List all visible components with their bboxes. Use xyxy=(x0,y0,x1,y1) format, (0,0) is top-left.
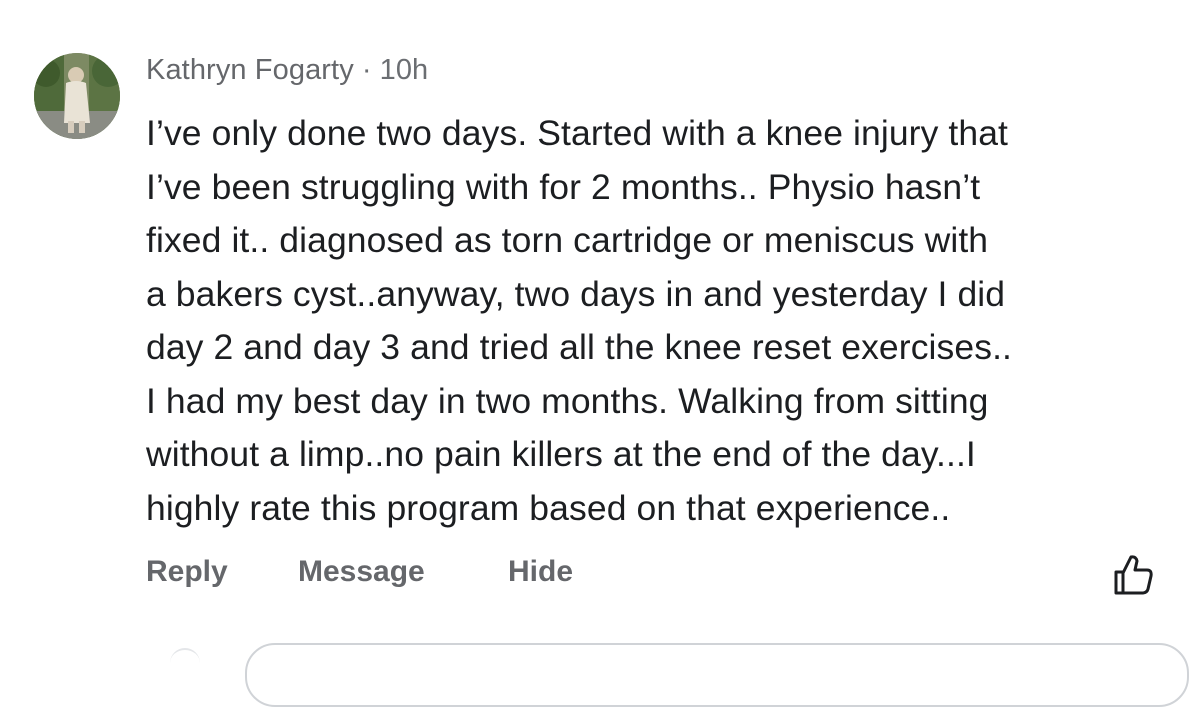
comment-body: I’ve only done two days. Started with a … xyxy=(146,107,1176,535)
comment: Kathryn Fogarty · 10h I’ve only done two d… xyxy=(0,0,1200,707)
comment-line: I’ve only done two days. Started with a … xyxy=(146,113,1009,153)
comment-line: I had my best day in two months. Walking… xyxy=(146,380,989,421)
meta-separator: · xyxy=(361,54,372,86)
thread-connector xyxy=(170,648,200,670)
comment-line: a bakers cyst..anyway, two days in and y… xyxy=(146,273,1006,314)
comment-time[interactable]: 10h xyxy=(380,54,429,86)
comment-actions: Reply Message Hide xyxy=(146,555,573,589)
reply-input[interactable] xyxy=(245,643,1189,707)
avatar[interactable] xyxy=(34,53,120,139)
comment-line: day 2 and day 3 and tried all the knee r… xyxy=(146,327,1013,367)
like-button[interactable] xyxy=(1110,552,1156,598)
reply-button[interactable]: Reply xyxy=(146,555,298,589)
comment-line: without a limp..no pain killers at the e… xyxy=(146,434,976,474)
comment-line: I’ve been struggling with for 2 months..… xyxy=(146,166,981,207)
thumbs-up-icon xyxy=(1114,555,1153,595)
comment-line: fixed it.. diagnosed as torn cartridge o… xyxy=(146,220,989,260)
profile-photo-icon xyxy=(34,53,120,139)
comment-meta: Kathryn Fogarty · 10h xyxy=(146,54,428,87)
message-button[interactable]: Message xyxy=(298,555,508,589)
author-name[interactable]: Kathryn Fogarty xyxy=(146,54,354,86)
hide-button[interactable]: Hide xyxy=(508,555,573,589)
comment-line: highly rate this program based on that e… xyxy=(146,487,951,528)
